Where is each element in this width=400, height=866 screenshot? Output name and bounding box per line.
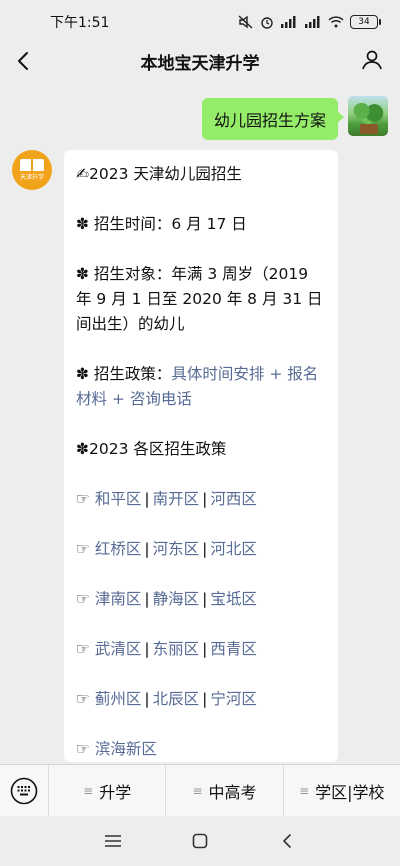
menu-item-shengxue[interactable]: ≡ 升学	[48, 764, 165, 817]
book-logo-icon	[20, 159, 44, 171]
pointer-icon: ☞	[76, 640, 90, 658]
menu-item-zhonggaokao[interactable]: ≡ 中高考	[165, 764, 282, 817]
account-avatar[interactable]: 天津升学	[12, 150, 52, 190]
district-link-beichen[interactable]: 北辰区	[153, 690, 200, 708]
enroll-time: ✽ 招生时间：6 月 17 日	[76, 215, 247, 233]
received-message-bubble: ✍2023 天津幼儿园招生 ✽ 招生时间：6 月 17 日 ✽ 招生对象：年满 …	[64, 150, 338, 762]
district-row: ☞ 和平区 | 南开区 | 河西区	[76, 490, 257, 508]
back-triangle-icon	[282, 834, 291, 848]
district-link-jinghai[interactable]: 静海区	[153, 590, 200, 608]
district-title: ✽2023 各区招生政策	[76, 440, 227, 458]
signal-icon	[281, 16, 296, 28]
menu-list-icon: ≡	[299, 783, 310, 798]
district-row: ☞ 津南区 | 静海区 | 宝坻区	[76, 590, 257, 608]
home-square-icon	[192, 833, 208, 849]
person-icon[interactable]	[360, 48, 384, 72]
enroll-target: ✽ 招生对象：年满 3 周岁（2019 年 9 月 1 日至 2020 年 8 …	[76, 265, 323, 333]
enroll-policy: ✽ 招生政策：具体时间安排 + 报名材料 + 咨询电话	[76, 362, 326, 412]
policy-prefix: ✽ 招生政策：	[76, 365, 172, 383]
district-link-hebei[interactable]: 河北区	[210, 540, 257, 558]
district-link-hexi[interactable]: 河西区	[210, 490, 257, 508]
district-link-heping[interactable]: 和平区	[95, 490, 142, 508]
pointer-icon: ☞	[76, 590, 90, 608]
district-link-binhai[interactable]: 滨海新区	[95, 740, 157, 758]
status-icons: 34	[238, 15, 381, 29]
page-title: 本地宝天津升学	[140, 53, 260, 74]
bottom-menu: ≡ 升学 ≡ 中高考 ≡ 学区|学校	[0, 764, 400, 817]
user-avatar[interactable]	[348, 96, 388, 136]
district-row: ☞ 滨海新区	[76, 737, 326, 762]
district-row: ☞ 武清区 | 东丽区 | 西青区	[76, 640, 257, 658]
back-nav-button[interactable]	[272, 826, 302, 856]
menu-item-label: 中高考	[208, 782, 257, 802]
district-link-jinnan[interactable]: 津南区	[95, 590, 142, 608]
status-bar: 下午1:51 34	[0, 0, 400, 44]
alarm-icon	[261, 17, 273, 29]
menu-item-label: 学区|学校	[315, 782, 385, 802]
district-link-xiqing[interactable]: 西青区	[210, 640, 257, 658]
title-bar: 本地宝天津升学	[0, 40, 400, 82]
district-link-nankai[interactable]: 南开区	[153, 490, 200, 508]
message-title: ✍2023 天津幼儿园招生	[76, 165, 242, 183]
avatar-text: 天津升学	[19, 174, 44, 181]
district-link-ninghe[interactable]: 宁河区	[210, 690, 257, 708]
district-link-wuqing[interactable]: 武清区	[95, 640, 142, 658]
chevron-left-icon[interactable]	[12, 49, 36, 73]
district-link-jizhou[interactable]: 蓟州区	[95, 690, 142, 708]
battery-icon: 34	[350, 15, 381, 29]
menu-list-icon: ≡	[192, 783, 203, 798]
district-link-hedong[interactable]: 河东区	[153, 540, 200, 558]
sent-message-bubble[interactable]: 幼儿园招生方案	[201, 98, 345, 140]
district-link-baodi[interactable]: 宝坻区	[210, 590, 257, 608]
menu-item-xuequ[interactable]: ≡ 学区|学校	[282, 764, 400, 817]
signal-icon-2	[305, 16, 320, 28]
recents-button[interactable]	[98, 826, 128, 856]
pointer-icon: ☞	[76, 490, 90, 508]
menu-list-icon: ≡	[83, 783, 94, 798]
pointer-icon: ☞	[76, 740, 90, 758]
district-link-dongli[interactable]: 东丽区	[153, 640, 200, 658]
mute-icon	[238, 15, 253, 29]
status-time: 下午1:51	[50, 15, 110, 31]
menu-item-label: 升学	[99, 782, 132, 802]
keyboard-button[interactable]	[0, 765, 48, 817]
wifi-icon	[328, 16, 344, 28]
district-row: ☞ 蓟州区 | 北辰区 | 宁河区	[76, 690, 257, 708]
keyboard-icon	[10, 777, 38, 804]
pointer-icon: ☞	[76, 540, 90, 558]
home-button[interactable]	[185, 826, 215, 856]
sent-message-row: 幼儿园招生方案	[201, 96, 388, 140]
menu-icon	[105, 835, 122, 847]
pointer-icon: ☞	[76, 690, 90, 708]
system-nav-bar	[0, 816, 400, 866]
district-row: ☞ 红桥区 | 河东区 | 河北区	[76, 540, 257, 558]
district-link-hongqiao[interactable]: 红桥区	[95, 540, 142, 558]
